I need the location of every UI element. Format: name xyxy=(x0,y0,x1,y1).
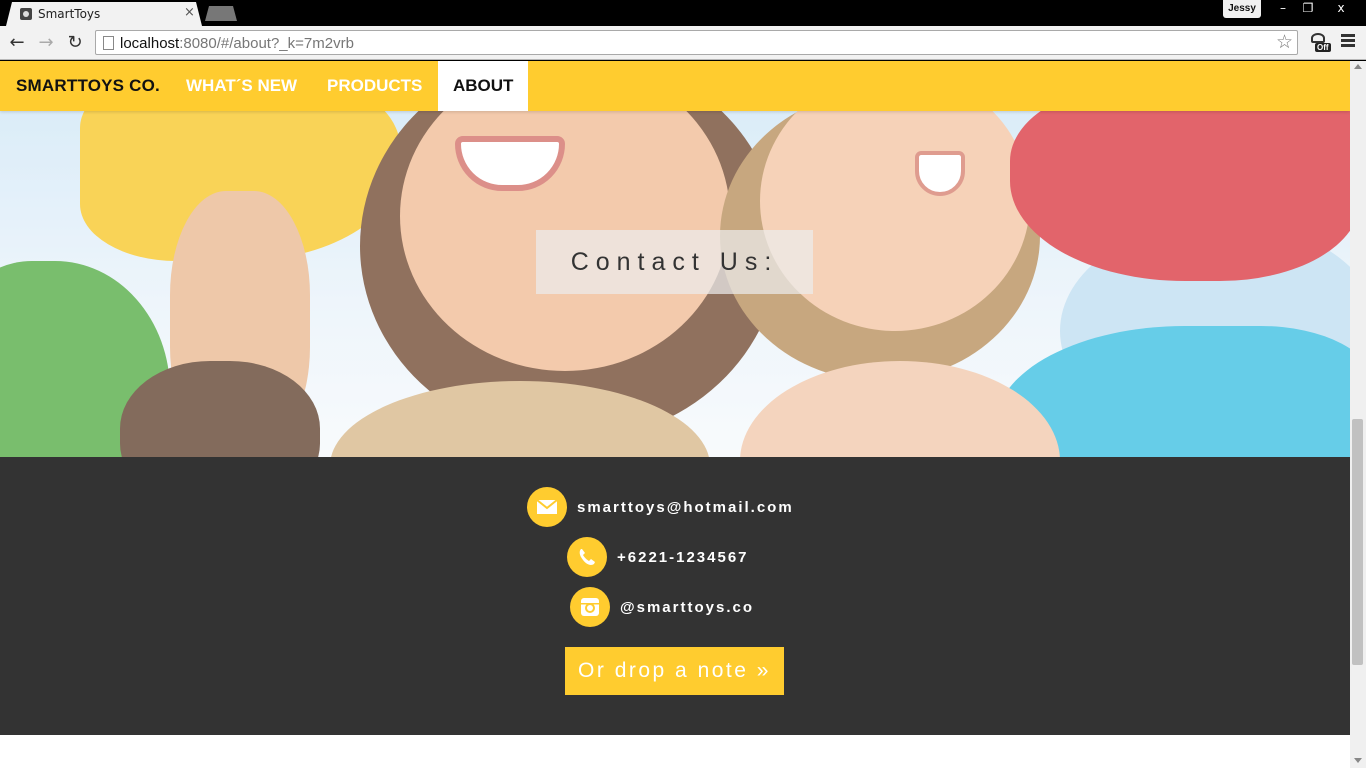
contact-section: smarttoys@hotmail.com +6221-1234567 @sma… xyxy=(0,457,1350,735)
phone-text[interactable]: +6221-1234567 xyxy=(617,549,749,566)
nav-products[interactable]: PRODUCTS xyxy=(327,76,422,96)
restore-button[interactable]: ❐ xyxy=(1295,0,1321,18)
brand-link[interactable]: SMARTTOYS CO. xyxy=(16,76,160,96)
instagram-text[interactable]: @smarttoys.co xyxy=(620,599,754,616)
instagram-icon xyxy=(570,587,610,627)
extension-off-icon[interactable]: Off xyxy=(1309,32,1333,54)
contact-heading: Contact Us: xyxy=(570,248,779,276)
envelope-icon xyxy=(527,487,567,527)
site-navbar: SMARTTOYS CO. WHAT´S NEW PRODUCTS ABOUT xyxy=(0,61,1350,111)
address-bar[interactable]: localhost:8080/#/about?_k=7m2vrb ☆ xyxy=(95,30,1298,55)
tab-close-icon[interactable]: × xyxy=(184,5,195,20)
nav-whats-new[interactable]: WHAT´S NEW xyxy=(186,76,297,96)
page-viewport: SMARTTOYS CO. WHAT´S NEW PRODUCTS ABOUT xyxy=(0,61,1350,768)
phone-icon xyxy=(567,537,607,577)
tab-favicon-icon xyxy=(20,8,32,20)
scroll-up-icon[interactable] xyxy=(1354,64,1362,69)
browser-titlebar: SmartToys × Jessy – ❐ x xyxy=(0,0,1366,26)
back-icon[interactable]: ← xyxy=(6,32,28,54)
scroll-thumb[interactable] xyxy=(1352,419,1363,665)
browser-tab[interactable]: SmartToys × xyxy=(6,2,202,26)
contact-heading-box: Contact Us: xyxy=(536,230,813,294)
tab-title: SmartToys xyxy=(38,7,101,21)
minimize-button[interactable]: – xyxy=(1270,0,1296,18)
hero-image: Contact Us: xyxy=(0,111,1350,457)
bookmark-star-icon[interactable]: ☆ xyxy=(1276,31,1293,53)
menu-icon[interactable] xyxy=(1341,34,1355,48)
reload-icon[interactable]: ↻ xyxy=(64,32,86,54)
drop-note-button[interactable]: Or drop a note » xyxy=(565,647,784,695)
address-url[interactable]: localhost:8080/#/about?_k=7m2vrb xyxy=(120,35,354,52)
email-text[interactable]: smarttoys@hotmail.com xyxy=(577,499,794,516)
page-icon xyxy=(103,36,114,50)
page-footer xyxy=(0,735,1350,768)
new-tab-button[interactable] xyxy=(205,6,237,21)
scroll-down-icon[interactable] xyxy=(1354,758,1362,763)
profile-badge[interactable]: Jessy xyxy=(1223,0,1261,18)
nav-about[interactable]: ABOUT xyxy=(438,61,528,111)
close-window-button[interactable]: x xyxy=(1328,0,1354,18)
browser-toolbar: ← → ↻ localhost:8080/#/about?_k=7m2vrb ☆… xyxy=(0,26,1366,60)
forward-icon[interactable]: → xyxy=(35,32,57,54)
page-scrollbar[interactable] xyxy=(1350,61,1366,768)
